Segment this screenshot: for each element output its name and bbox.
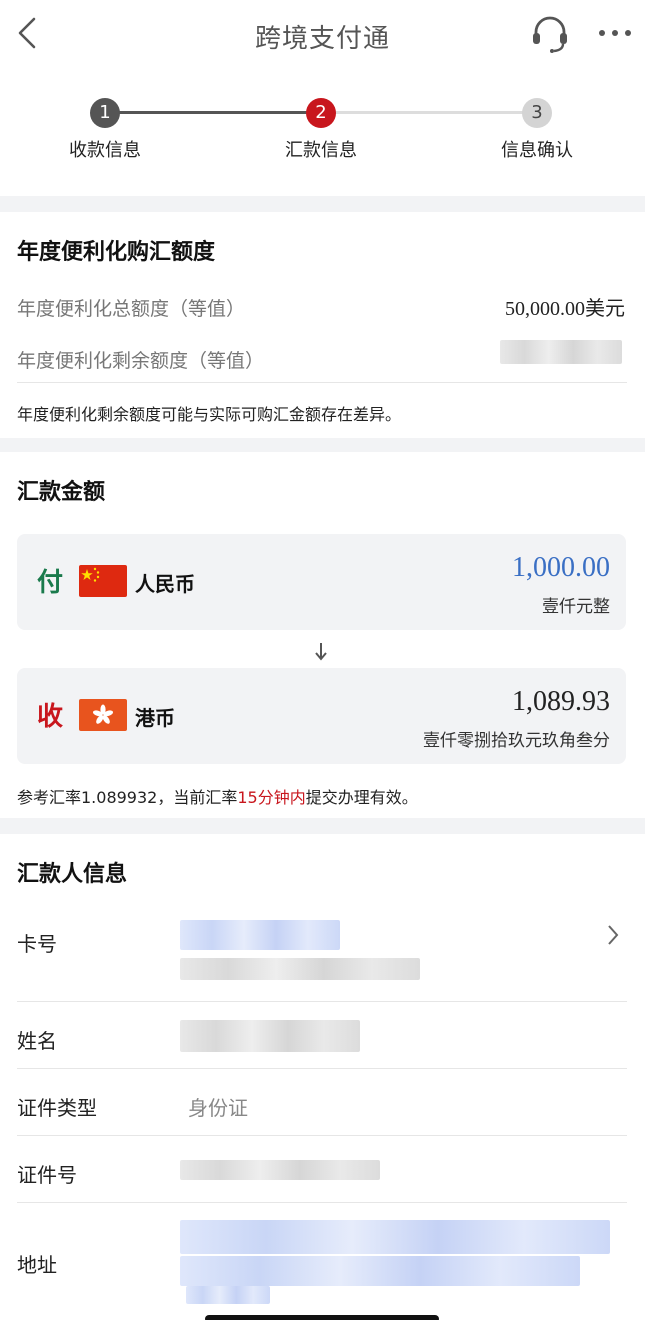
card-number-label: 卡号 [17, 932, 57, 956]
remaining-quota-value-redacted [500, 340, 622, 364]
receive-amount-words: 壹仟零捌拾玖元玖角叁分 [423, 731, 610, 751]
divider [17, 1001, 627, 1002]
receive-currency: 港币 [135, 706, 175, 730]
quota-section: 年度便利化购汇额度 年度便利化总额度（等值） 50,000.00美元 年度便利化… [0, 212, 645, 438]
hong-kong-flag-icon [79, 699, 127, 731]
address-label: 地址 [17, 1253, 57, 1277]
arrow-down-icon [315, 643, 327, 661]
step-line-done [105, 111, 321, 114]
id-type-label: 证件类型 [17, 1096, 97, 1120]
pay-amount-card[interactable]: 付 人民币 1,000.00 壹仟元整 [17, 534, 626, 630]
rate-suffix: 提交办理有效。 [305, 788, 418, 807]
home-indicator [205, 1315, 439, 1320]
amount-section: 汇款金额 付 人民币 1,000.00 壹仟元整 收 港币 1,089.93 壹… [0, 452, 645, 818]
pay-amount[interactable]: 1,000.00 [512, 552, 610, 584]
total-quota-value: 50,000.00美元 [505, 298, 625, 320]
step-2-label: 汇款信息 [285, 140, 357, 161]
id-type-value: 身份证 [188, 1096, 248, 1120]
divider [17, 382, 627, 383]
quota-note: 年度便利化剩余额度可能与实际可购汇金额存在差异。 [17, 405, 402, 424]
amount-title: 汇款金额 [17, 480, 106, 505]
divider [17, 1135, 627, 1136]
card-number-redacted[interactable] [180, 920, 340, 950]
pay-tag: 付 [37, 568, 64, 598]
headset-icon[interactable] [530, 14, 570, 54]
divider [17, 1202, 627, 1203]
step-3-circle: 3 [522, 98, 552, 128]
remitter-section: 汇款人信息 卡号 姓名 证件类型 身份证 证件号 地址 [0, 834, 645, 1320]
address-line3-redacted [186, 1286, 270, 1304]
step-1-circle: 1 [90, 98, 120, 128]
remitter-title: 汇款人信息 [17, 862, 128, 887]
rate-highlight: 15分钟内 [237, 788, 306, 807]
step-line-todo [321, 111, 537, 114]
pay-currency: 人民币 [135, 572, 195, 596]
pay-amount-words: 壹仟元整 [542, 597, 610, 617]
step-2-circle: 2 [306, 98, 336, 128]
quota-title: 年度便利化购汇额度 [17, 240, 216, 265]
exchange-rate-note: 参考汇率1.089932，当前汇率15分钟内提交办理有效。 [17, 784, 418, 808]
progress-steps: 1 收款信息 2 汇款信息 3 信息确认 [0, 72, 645, 196]
receive-tag: 收 [37, 702, 64, 732]
total-quota-label: 年度便利化总额度（等值） [17, 298, 246, 320]
name-label: 姓名 [17, 1029, 57, 1053]
name-value-redacted [180, 1020, 360, 1052]
chevron-right-icon[interactable] [606, 924, 620, 946]
address-line2-redacted [180, 1256, 580, 1286]
divider [17, 1068, 627, 1069]
china-flag-icon [79, 565, 127, 597]
rate-prefix: 参考汇率1.089932，当前汇率 [17, 788, 238, 807]
receive-amount: 1,089.93 [512, 686, 610, 717]
step-3-label: 信息确认 [501, 140, 573, 161]
remaining-quota-label: 年度便利化剩余额度（等值） [17, 350, 265, 372]
step-1-label: 收款信息 [69, 140, 141, 161]
id-number-redacted [180, 1160, 380, 1180]
top-bar: 跨境支付通 [0, 0, 645, 72]
card-subtext-redacted [180, 958, 420, 980]
more-icon[interactable] [598, 28, 632, 38]
address-line1-redacted[interactable] [180, 1220, 610, 1254]
receive-amount-card[interactable]: 收 港币 1,089.93 壹仟零捌拾玖元玖角叁分 [17, 668, 626, 764]
id-number-label: 证件号 [17, 1163, 77, 1187]
